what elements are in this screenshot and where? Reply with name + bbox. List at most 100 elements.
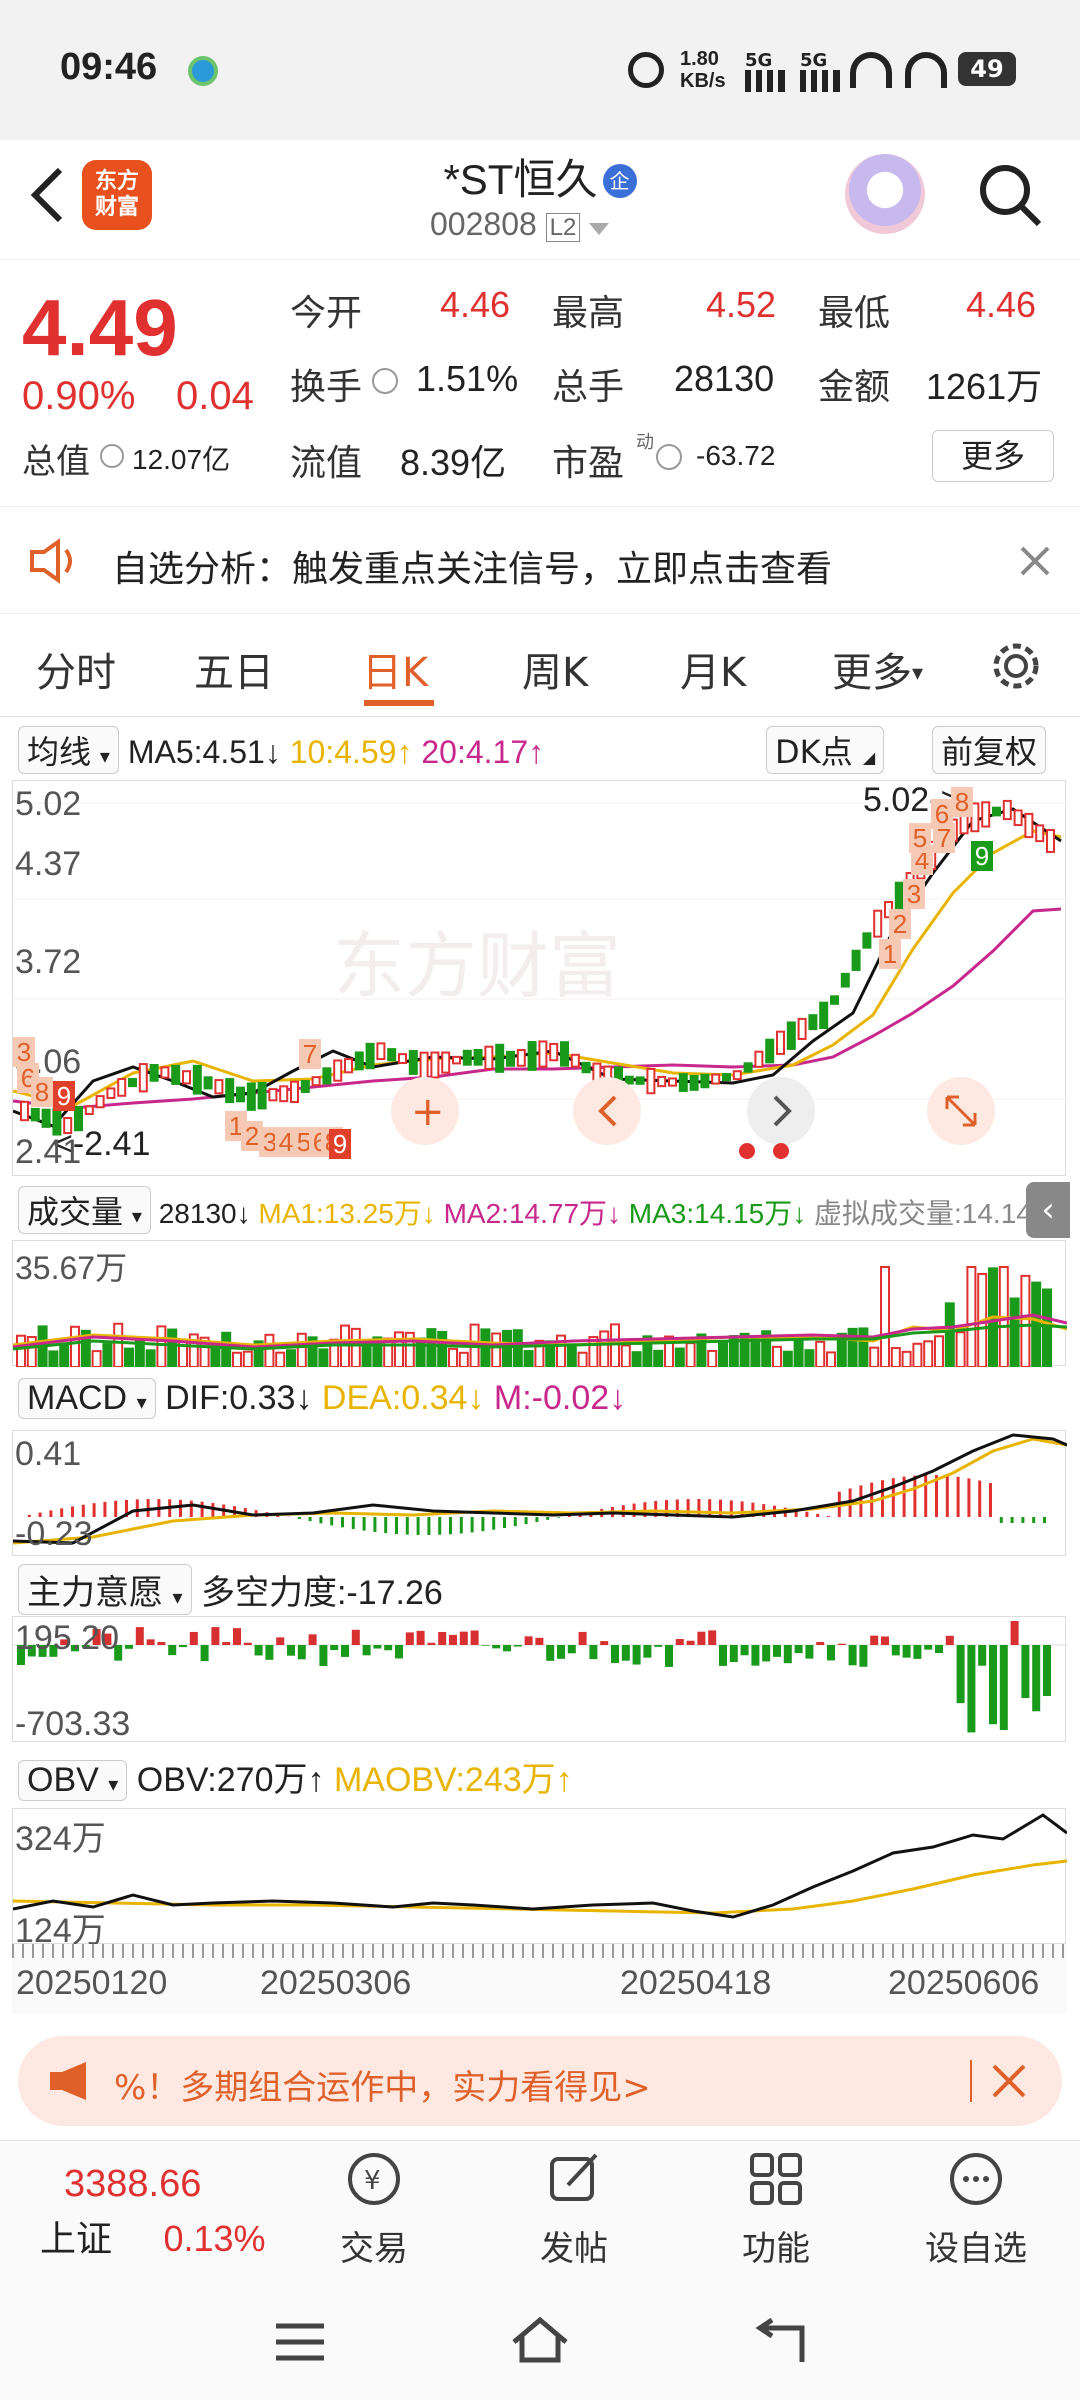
dk-point-button[interactable]: DK点 ◢ xyxy=(766,726,885,774)
macd-bar xyxy=(1010,1517,1014,1523)
tab-monthly-k[interactable]: 月K xyxy=(680,640,746,698)
main-force-select[interactable]: 主力意愿 ▾ xyxy=(18,1564,192,1615)
amount-value: 1261万 xyxy=(926,366,1043,407)
info-icon[interactable] xyxy=(372,368,398,394)
volume-bar xyxy=(48,1350,59,1368)
volume-bar xyxy=(350,1327,361,1368)
main-force-bar xyxy=(297,1645,306,1660)
nav-add-watchlist[interactable]: 设自选 xyxy=(886,2149,1066,2270)
volume-bar xyxy=(955,1331,966,1368)
volume-chart[interactable]: 35.67万 xyxy=(12,1240,1068,1369)
close-icon[interactable] xyxy=(990,2062,1028,2100)
caret-down-icon: ▾ xyxy=(912,661,924,686)
tab-more[interactable]: 更多▾ xyxy=(832,640,923,698)
volume-select-label: 成交量 xyxy=(27,1194,124,1230)
macd-select[interactable]: MACD ▾ xyxy=(18,1378,156,1419)
main-force-bar xyxy=(1021,1645,1030,1698)
tab-intraday[interactable]: 分时 xyxy=(36,640,116,698)
macd-bar xyxy=(114,1500,118,1517)
obv-select[interactable]: OBV ▾ xyxy=(18,1760,128,1801)
prev-button[interactable] xyxy=(573,1077,641,1145)
nav-post[interactable]: 发帖 xyxy=(484,2149,664,2270)
obv-chart[interactable]: 324万 124万 xyxy=(12,1808,1068,1950)
candle xyxy=(171,1064,181,1085)
date-ticks xyxy=(12,1944,1066,1958)
back-nav-icon[interactable] xyxy=(752,2318,808,2366)
index-ticker[interactable]: 3388.66 上证 0.13% xyxy=(40,2163,280,2262)
candle xyxy=(1013,809,1023,827)
next-button[interactable] xyxy=(747,1077,815,1145)
volume-bar xyxy=(318,1348,329,1368)
back-button[interactable] xyxy=(20,160,80,230)
search-button[interactable] xyxy=(975,160,1047,232)
ma10-value: 10:4.59↑ xyxy=(289,734,413,770)
macd-bar xyxy=(395,1517,398,1534)
macd-bar xyxy=(362,1517,366,1531)
stock-title-group[interactable]: *ST恒久 企 xyxy=(380,146,700,207)
notice-bar[interactable]: 自选分析：触发重点关注信号，立即点击查看 xyxy=(0,508,1080,614)
macd-bar xyxy=(351,1517,355,1530)
adjust-button[interactable]: 前复权 xyxy=(932,726,1047,774)
stock-code-row[interactable]: 002808 L2 xyxy=(430,206,610,243)
macd-bar xyxy=(179,1499,182,1517)
volume-select[interactable]: 成交量 ▾ xyxy=(18,1186,151,1234)
candle xyxy=(376,1042,386,1061)
macd-bar xyxy=(535,1517,539,1523)
candle xyxy=(138,1063,148,1093)
main-force-bar xyxy=(783,1645,792,1664)
main-force-bar xyxy=(135,1627,144,1645)
signal-marker: 3 xyxy=(903,879,925,909)
tab-weekly-k[interactable]: 周K xyxy=(522,640,588,698)
info-icon[interactable] xyxy=(100,444,124,468)
main-force-bottom-tick: -703.33 xyxy=(15,1705,131,1743)
main-force-bar xyxy=(395,1645,403,1659)
robot-avatar[interactable] xyxy=(845,154,925,234)
vol-ma3: MA3:14.15万↓ xyxy=(628,1198,807,1229)
tab-five-day[interactable]: 五日 xyxy=(194,640,274,698)
macd-bar xyxy=(513,1517,517,1527)
nav-function[interactable]: 功能 xyxy=(686,2149,866,2270)
macd-chart[interactable]: 0.41 -0.23 xyxy=(12,1430,1068,1556)
promo-banner[interactable]: %！多期组合运作中，实力看得见> xyxy=(18,2036,1062,2126)
candle xyxy=(419,1051,429,1081)
stock-header: 东方 财富 *ST恒久 企 002808 L2 xyxy=(0,140,1080,260)
main-force-bar xyxy=(891,1645,900,1656)
ma-select[interactable]: 均线 ▾ xyxy=(18,726,119,774)
candle xyxy=(246,1082,256,1111)
candle xyxy=(840,972,850,988)
main-force-chart[interactable]: 195.20 -703.33 xyxy=(12,1616,1067,1743)
volume-bar xyxy=(869,1346,880,1369)
home-icon[interactable] xyxy=(508,2314,572,2366)
macd-bar xyxy=(546,1517,550,1520)
obv-value: OBV:270万↑ xyxy=(136,1761,325,1799)
macd-bar xyxy=(708,1499,712,1517)
volume-bar xyxy=(750,1337,761,1368)
volume-bar xyxy=(944,1302,955,1368)
tab-daily-k[interactable]: 日K xyxy=(362,640,428,698)
ma-legend: 均线 ▾ MA5:4.51↓ 10:4.59↑ 20:4.17↑ xyxy=(18,726,544,774)
candle xyxy=(322,1067,332,1085)
settings-gear-icon[interactable] xyxy=(988,638,1044,694)
change-percent: 0.90% xyxy=(22,374,136,418)
candle xyxy=(711,1073,721,1085)
tab-more-label: 更多 xyxy=(832,650,912,696)
macd-bar xyxy=(729,1500,733,1517)
obv-legend: OBV ▾ OBV:270万↑ MAOBV:243万↑ xyxy=(18,1752,573,1801)
candle xyxy=(560,1041,569,1067)
kline-chart[interactable]: 东方财富 5.02-> <-2.41 + 5.02 4.37 3.72 3.06… xyxy=(12,780,1067,1176)
float-value: 8.39亿 xyxy=(400,442,507,483)
collapse-side-button[interactable]: ‹ xyxy=(1026,1182,1070,1238)
macd-legend: MACD ▾ DIF:0.33↓ DEA:0.34↓ M:-0.02↓ xyxy=(18,1378,626,1419)
low-value: 4.46 xyxy=(966,284,1037,325)
more-button[interactable]: 更多 xyxy=(932,430,1054,482)
info-icon[interactable] xyxy=(656,444,682,470)
app-logo[interactable]: 东方 财富 xyxy=(82,160,152,230)
close-icon[interactable] xyxy=(1018,544,1052,578)
main-force-bar xyxy=(913,1645,922,1659)
nav-trade[interactable]: ¥ 交易 xyxy=(284,2149,464,2270)
mktcap-label: 总值 xyxy=(22,443,90,481)
wifi-2-icon xyxy=(905,52,947,88)
candle xyxy=(84,1105,94,1116)
menu-icon[interactable] xyxy=(272,2320,328,2364)
macd-bar xyxy=(697,1499,701,1517)
